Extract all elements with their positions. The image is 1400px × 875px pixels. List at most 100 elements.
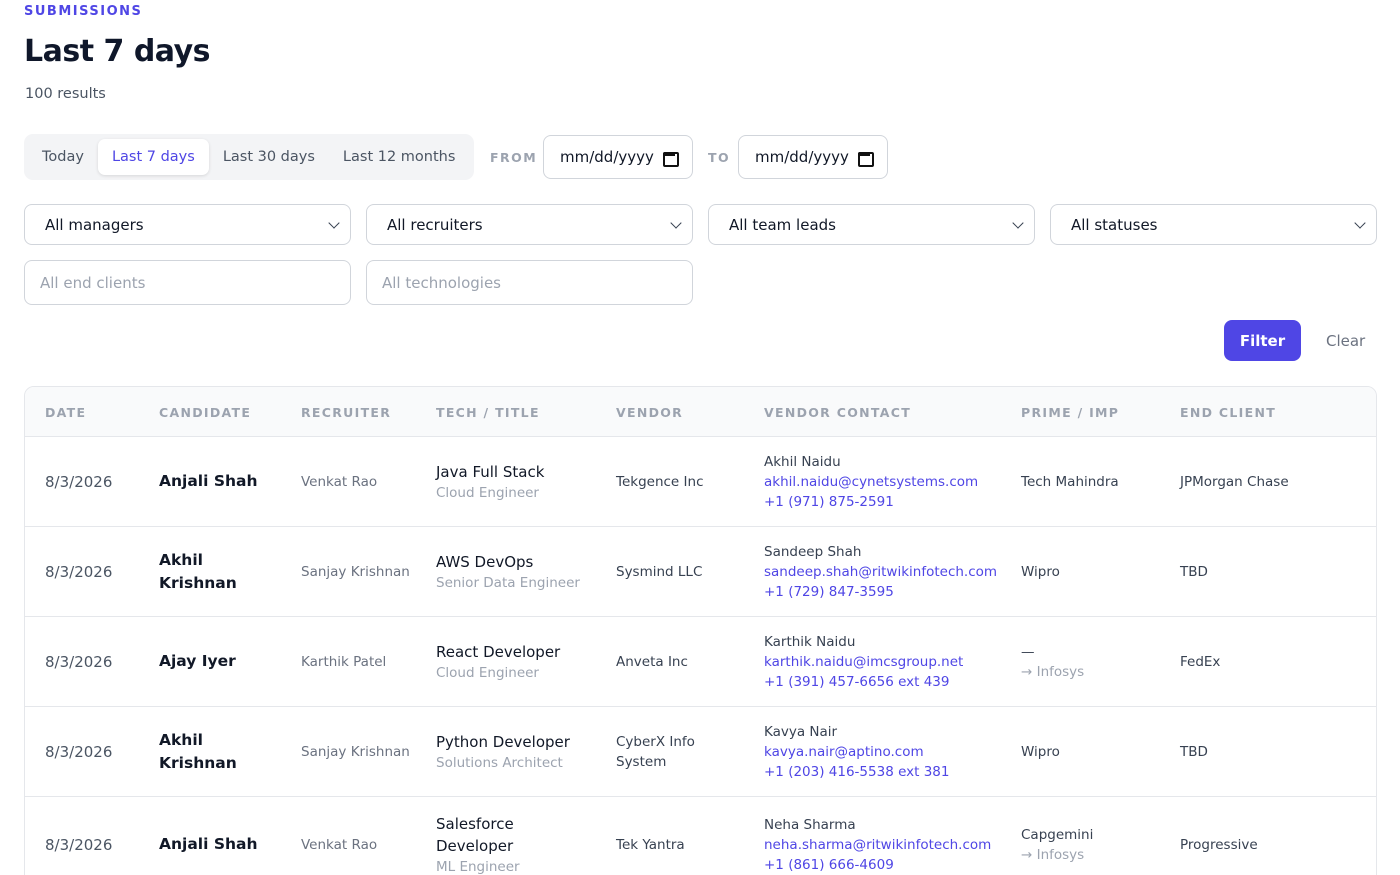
statuses-select[interactable]: All statuses — [1050, 204, 1377, 245]
cell-end-client: FedEx — [1180, 653, 1221, 670]
cell-candidate[interactable]: Akhil Krishnan — [159, 707, 279, 796]
cell-vendor: Tek Yantra — [616, 836, 685, 853]
contact-email-link[interactable]: akhil.naidu@cynetsystems.com — [764, 472, 1004, 492]
cell-vendor: Sysmind LLC — [616, 563, 703, 580]
job-title: Cloud Engineer — [436, 484, 539, 501]
prime-vendor: Wipro — [1021, 743, 1060, 760]
chevron-down-icon — [1354, 216, 1366, 229]
technologies-input[interactable]: All technologies — [366, 260, 693, 305]
statuses-select-value: All statuses — [1071, 215, 1158, 234]
contact-name: Akhil Naidu — [764, 453, 841, 470]
prime-vendor: — — [1021, 643, 1035, 660]
from-date-input[interactable]: mm/dd/yyyy — [543, 135, 693, 179]
cell-recruiter: Venkat Rao — [301, 473, 378, 490]
contact-phone-link[interactable]: +1 (391) 457-6656 ext 439 — [764, 672, 1004, 692]
contact-phone-link[interactable]: +1 (203) 416-5538 ext 381 — [764, 762, 1004, 782]
cell-recruiter: Sanjay Krishnan — [301, 563, 410, 580]
cell-date: 8/3/2026 — [45, 472, 113, 491]
eyebrow-label: SUBMISSIONS — [24, 4, 143, 19]
team-leads-select[interactable]: All team leads — [708, 204, 1035, 245]
cell-candidate[interactable]: Ajay Iyer — [159, 617, 279, 706]
cell-recruiter: Venkat Rao — [301, 836, 378, 853]
col-header-date[interactable]: DATE — [45, 387, 86, 437]
contact-email-link[interactable]: neha.sharma@ritwikinfotech.com — [764, 835, 1004, 855]
imp-vendor: → Infosys — [1021, 663, 1085, 680]
col-header-vendor-contact[interactable]: VENDOR CONTACT — [764, 387, 911, 437]
prime-vendor: Wipro — [1021, 563, 1060, 580]
col-header-prime-imp[interactable]: PRIME / IMP — [1021, 387, 1119, 437]
submissions-table: DATE CANDIDATE RECRUITER TECH / TITLE VE… — [24, 386, 1377, 875]
cell-recruiter: Karthik Patel — [301, 653, 387, 670]
date-range-tabs: Today Last 7 days Last 30 days Last 12 m… — [24, 134, 474, 180]
from-label: FROM — [490, 150, 538, 165]
col-header-candidate[interactable]: CANDIDATE — [159, 387, 251, 437]
contact-phone-link[interactable]: +1 (971) 875-2591 — [764, 492, 1004, 512]
tech-name: Python Developer — [436, 732, 570, 751]
from-date-value: mm/dd/yyyy — [560, 148, 654, 166]
cell-tech-title: Java Full Stack Cloud Engineer — [436, 437, 606, 526]
prime-vendor: Tech Mahindra — [1021, 473, 1119, 490]
cell-vendor-contact: Neha Sharma neha.sharma@ritwikinfotech.c… — [764, 797, 1004, 875]
cell-vendor: Tekgence Inc — [616, 473, 704, 490]
cell-end-client: TBD — [1180, 743, 1208, 760]
cell-tech-title: AWS DevOps Senior Data Engineer — [436, 527, 606, 616]
tech-name: React Developer — [436, 642, 561, 661]
contact-name: Sandeep Shah — [764, 543, 862, 560]
cell-date: 8/3/2026 — [45, 652, 113, 671]
cell-prime-imp: Wipro — [1021, 527, 1161, 616]
col-header-recruiter[interactable]: RECRUITER — [301, 387, 391, 437]
tab-last-30-days[interactable]: Last 30 days — [209, 139, 329, 175]
contact-email-link[interactable]: kavya.nair@aptino.com — [764, 742, 1004, 762]
cell-end-client: JPMorgan Chase — [1180, 473, 1289, 490]
cell-candidate[interactable]: Akhil Krishnan — [159, 527, 279, 616]
end-clients-input[interactable]: All end clients — [24, 260, 351, 305]
tab-last-12-months[interactable]: Last 12 months — [329, 139, 470, 175]
managers-select[interactable]: All managers — [24, 204, 351, 245]
cell-prime-imp: Capgemini → Infosys — [1021, 797, 1161, 875]
table-row[interactable]: 8/3/2026 Akhil Krishnan Sanjay Krishnan … — [25, 707, 1376, 797]
chevron-down-icon — [670, 216, 682, 229]
cell-end-client: TBD — [1180, 563, 1208, 580]
col-header-vendor[interactable]: VENDOR — [616, 387, 683, 437]
table-row[interactable]: 8/3/2026 Ajay Iyer Karthik Patel React D… — [25, 617, 1376, 707]
contact-name: Neha Sharma — [764, 816, 856, 833]
table-row[interactable]: 8/3/2026 Akhil Krishnan Sanjay Krishnan … — [25, 527, 1376, 617]
tech-name: Salesforce Developer — [436, 814, 514, 855]
contact-phone-link[interactable]: +1 (729) 847-3595 — [764, 582, 1004, 602]
contact-phone-link[interactable]: +1 (861) 666-4609 — [764, 855, 1004, 875]
cell-tech-title: Salesforce Developer ML Engineer — [436, 797, 556, 875]
calendar-icon[interactable] — [857, 150, 874, 167]
job-title: ML Engineer — [436, 858, 520, 875]
cell-date: 8/3/2026 — [45, 835, 113, 854]
cell-recruiter: Sanjay Krishnan — [301, 743, 410, 760]
recruiters-select[interactable]: All recruiters — [366, 204, 693, 245]
cell-prime-imp: — → Infosys — [1021, 617, 1161, 706]
tab-last-7-days[interactable]: Last 7 days — [97, 139, 209, 175]
cell-tech-title: Python Developer Solutions Architect — [436, 707, 606, 796]
filter-button[interactable]: Filter — [1224, 320, 1301, 361]
job-title: Senior Data Engineer — [436, 574, 580, 591]
cell-vendor-contact: Karthik Naidu karthik.naidu@imcsgroup.ne… — [764, 617, 1004, 706]
cell-end-client: Progressive — [1180, 836, 1258, 853]
calendar-icon[interactable] — [662, 150, 679, 167]
tab-today[interactable]: Today — [28, 139, 98, 175]
imp-vendor: → Infosys — [1021, 846, 1085, 863]
cell-vendor-contact: Akhil Naidu akhil.naidu@cynetsystems.com… — [764, 437, 1004, 526]
cell-candidate[interactable]: Anjali Shah — [159, 437, 279, 526]
cell-prime-imp: Wipro — [1021, 707, 1161, 796]
table-row[interactable]: 8/3/2026 Anjali Shah Venkat Rao Java Ful… — [25, 437, 1376, 527]
cell-prime-imp: Tech Mahindra — [1021, 437, 1161, 526]
clear-button[interactable]: Clear — [1318, 320, 1373, 361]
col-header-end-client[interactable]: END CLIENT — [1180, 387, 1276, 437]
to-date-input[interactable]: mm/dd/yyyy — [738, 135, 888, 179]
col-header-tech-title[interactable]: TECH / TITLE — [436, 387, 540, 437]
prime-vendor: Capgemini — [1021, 826, 1094, 843]
table-header: DATE CANDIDATE RECRUITER TECH / TITLE VE… — [25, 387, 1376, 437]
job-title: Cloud Engineer — [436, 664, 539, 681]
cell-vendor: CyberX Info System — [616, 733, 695, 770]
table-row[interactable]: 8/3/2026 Anjali Shah Venkat Rao Salesfor… — [25, 797, 1376, 875]
contact-email-link[interactable]: sandeep.shah@ritwikinfotech.com — [764, 562, 1004, 582]
contact-email-link[interactable]: karthik.naidu@imcsgroup.net — [764, 652, 1004, 672]
cell-tech-title: React Developer Cloud Engineer — [436, 617, 606, 706]
cell-candidate[interactable]: Anjali Shah — [159, 797, 279, 875]
